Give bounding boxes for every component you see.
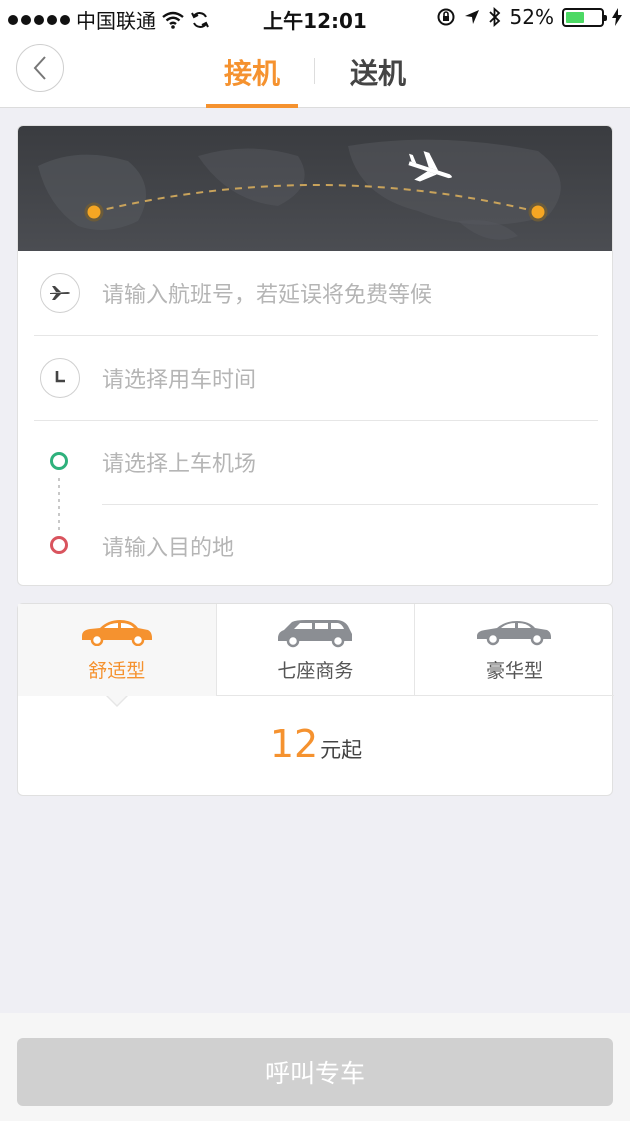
status-right: 52% (436, 5, 622, 29)
chevron-left-icon (33, 56, 46, 80)
car-type-comfort[interactable]: 舒适型 (18, 604, 217, 696)
car-type-luxury[interactable]: 豪华型 (415, 604, 614, 696)
world-map-illustration (38, 139, 561, 240)
luxury-car-icon (477, 621, 552, 646)
screen-lock-icon (437, 8, 455, 26)
flight-map-banner (18, 126, 612, 251)
start-point-icon (50, 452, 68, 470)
flight-number-row[interactable]: 请输入航班号，若延误将免费等候 (18, 251, 612, 335)
end-point-icon (50, 536, 68, 554)
destination-input[interactable]: 请输入目的地 (102, 530, 234, 562)
active-tab-indicator (206, 104, 298, 108)
battery-percent: 52% (509, 5, 554, 29)
price-estimate: 12元起 (18, 722, 614, 766)
price-unit: 元起 (320, 738, 363, 762)
car-type-card: 舒适型 七座商务 豪华型 12元起 (17, 603, 614, 796)
car-type-label: 豪华型 (485, 660, 543, 682)
destination-row[interactable]: 请输入目的地 (18, 504, 612, 585)
price-amount: 12 (269, 722, 319, 766)
car-type-business-7seat[interactable]: 七座商务 (217, 604, 416, 696)
airport-select[interactable]: 请选择上车机场 (102, 446, 256, 478)
top-nav: 接机 送机 (0, 36, 630, 108)
pickup-time-select[interactable]: 请选择用车时间 (102, 362, 256, 394)
clock-icon-wrap (40, 358, 80, 398)
call-car-button[interactable]: 呼叫专车 (17, 1038, 613, 1106)
car-type-label: 七座商务 (277, 660, 354, 682)
status-bar: 中国联通 上午12:01 52% (0, 0, 630, 36)
sedan-car-icon (81, 620, 152, 646)
mpv-car-icon (278, 620, 353, 648)
charging-bolt-icon (612, 8, 622, 26)
bluetooth-icon (488, 6, 500, 28)
car-type-tabs: 舒适型 七座商务 豪华型 (18, 604, 614, 696)
airport-row[interactable]: 请选择上车机场 (18, 420, 612, 504)
clock-icon (55, 371, 65, 383)
battery-icon (562, 7, 607, 27)
car-type-label: 舒适型 (88, 660, 146, 682)
tab-divider (314, 58, 315, 84)
flight-icon-wrap (40, 273, 80, 313)
pickup-time-row[interactable]: 请选择用车时间 (18, 336, 612, 420)
selected-pointer (107, 695, 127, 705)
location-arrow-icon (464, 10, 479, 24)
back-button[interactable] (16, 44, 64, 92)
tab-dropoff[interactable]: 送机 (332, 52, 424, 92)
battery-level (566, 11, 584, 23)
trip-form-card: 请输入航班号，若延误将免费等候 请选择用车时间 请选择上车机场 请输入目的地 (17, 125, 613, 586)
airplane-icon (50, 286, 70, 300)
flight-number-input[interactable]: 请输入航班号，若延误将免费等候 (102, 277, 432, 309)
tab-pickup[interactable]: 接机 (206, 52, 298, 92)
